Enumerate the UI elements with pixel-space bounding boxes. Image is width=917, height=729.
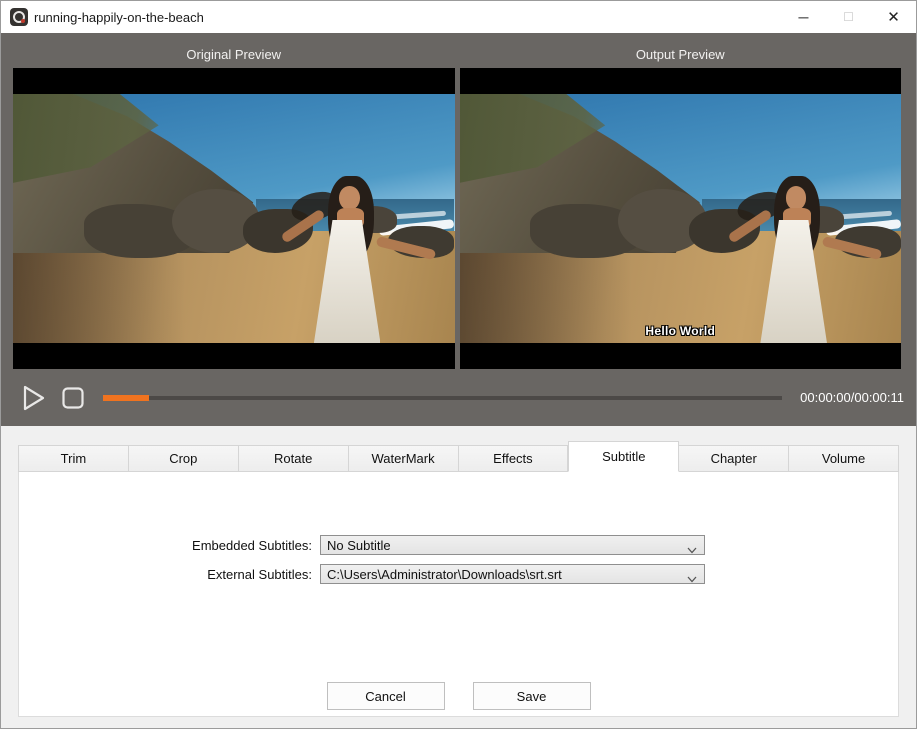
player-controls: 00:00:00/00:00:11 <box>1 369 916 426</box>
external-subtitles-row: External Subtitles: C:\Users\Administrat… <box>19 564 898 584</box>
tab-watermark[interactable]: WaterMark <box>349 445 459 472</box>
video-previews: Hello World <box>1 62 916 369</box>
external-subtitles-select[interactable]: C:\Users\Administrator\Downloads\srt.srt <box>320 564 705 584</box>
embedded-subtitles-value: No Subtitle <box>327 538 391 553</box>
tab-trim[interactable]: Trim <box>18 445 129 472</box>
embedded-subtitles-row: Embedded Subtitles: No Subtitle <box>19 535 898 555</box>
stop-icon[interactable] <box>61 386 85 410</box>
chevron-down-icon <box>687 542 697 557</box>
tab-bar: Trim Crop Rotate WaterMark Effects Subti… <box>18 440 899 471</box>
subtitle-form: Embedded Subtitles: No Subtitle External… <box>19 472 898 584</box>
minimize-button[interactable]: ─ <box>781 1 826 33</box>
beach-scene <box>13 94 455 343</box>
maximize-button[interactable]: ☐ <box>826 1 871 33</box>
tab-subtitle[interactable]: Subtitle <box>568 441 679 472</box>
cancel-button[interactable]: Cancel <box>327 682 445 710</box>
original-preview-label: Original Preview <box>13 47 455 62</box>
output-preview-video: Hello World <box>460 68 902 369</box>
embedded-subtitles-label: Embedded Subtitles: <box>19 538 320 553</box>
time-display: 00:00:00/00:00:11 <box>800 390 904 405</box>
subtitle-panel: Embedded Subtitles: No Subtitle External… <box>18 471 899 717</box>
title-bar: running-happily-on-the-beach ─ ☐ ✕ <box>1 1 916 33</box>
play-icon[interactable] <box>21 384 47 412</box>
action-buttons: Cancel Save <box>19 682 898 710</box>
window-controls: ─ ☐ ✕ <box>781 1 916 33</box>
tab-chapter[interactable]: Chapter <box>679 445 789 472</box>
settings-section: Trim Crop Rotate WaterMark Effects Subti… <box>1 426 916 728</box>
window-title: running-happily-on-the-beach <box>34 10 204 25</box>
seek-bar[interactable] <box>103 396 782 400</box>
output-preview-label: Output Preview <box>460 47 902 62</box>
original-preview-video <box>13 68 455 369</box>
embedded-subtitles-select[interactable]: No Subtitle <box>320 535 705 555</box>
subtitle-overlay-text: Hello World <box>460 324 902 338</box>
preview-labels: Original Preview Output Preview <box>1 33 916 62</box>
woman-figure <box>296 176 411 343</box>
tab-rotate[interactable]: Rotate <box>239 445 349 472</box>
preview-area: Original Preview Output Preview <box>1 33 916 426</box>
save-button[interactable]: Save <box>473 682 591 710</box>
external-subtitles-value: C:\Users\Administrator\Downloads\srt.srt <box>327 567 562 582</box>
app-icon <box>10 8 28 26</box>
close-button[interactable]: ✕ <box>871 1 916 33</box>
tab-effects[interactable]: Effects <box>459 445 569 472</box>
beach-scene <box>460 94 902 343</box>
woman-figure <box>742 176 857 343</box>
external-subtitles-label: External Subtitles: <box>19 567 320 582</box>
tab-crop[interactable]: Crop <box>129 445 239 472</box>
chevron-down-icon <box>687 571 697 586</box>
tab-volume[interactable]: Volume <box>789 445 899 472</box>
app-window: running-happily-on-the-beach ─ ☐ ✕ Origi… <box>0 0 917 729</box>
seek-bar-fill <box>103 395 149 401</box>
